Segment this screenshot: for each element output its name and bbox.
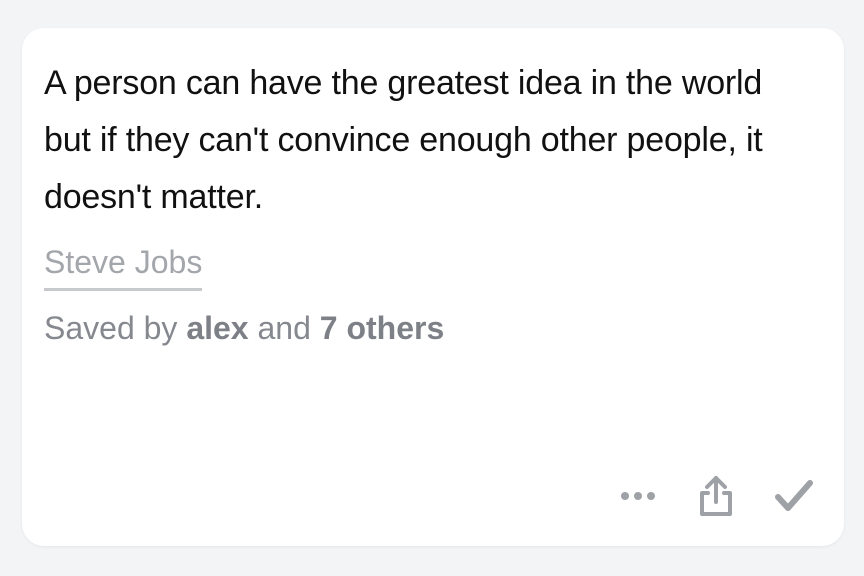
quote-card: A person can have the greatest idea in t… [22, 28, 844, 546]
saved-by-info: Saved by alex and 7 others [44, 308, 444, 348]
ellipsis-icon [621, 492, 655, 500]
share-button[interactable] [694, 474, 738, 518]
quote-text: A person can have the greatest idea in t… [44, 64, 763, 216]
saved-by-user-link[interactable]: alex [186, 310, 248, 346]
action-bar [616, 474, 816, 518]
more-options-button[interactable] [616, 474, 660, 518]
checkmark-icon [775, 480, 813, 511]
saved-by-others-link[interactable]: 7 others [320, 310, 444, 346]
share-icon [700, 476, 732, 516]
saved-by-conjunction: and [257, 310, 311, 346]
save-button[interactable] [772, 474, 816, 518]
saved-by-prefix: Saved by [44, 310, 178, 346]
author-link[interactable]: Steve Jobs [44, 242, 203, 291]
